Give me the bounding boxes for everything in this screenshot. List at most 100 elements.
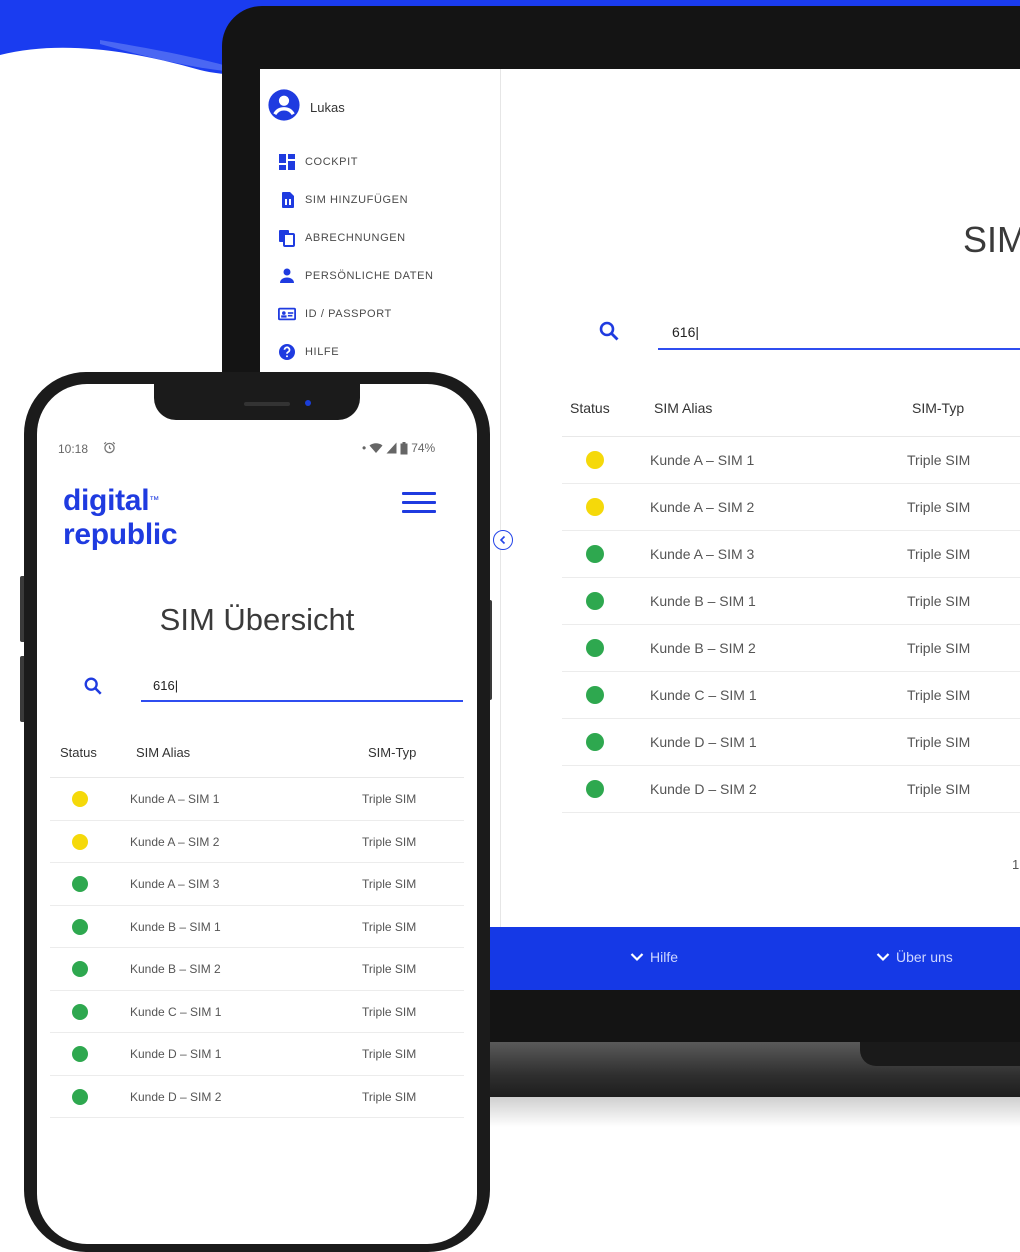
table-body: Kunde A – SIM 1 Triple SIM Kunde A – SIM 2… [50, 778, 464, 1118]
table-row[interactable]: Kunde A – SIM 1 Triple SIM [562, 437, 1020, 484]
sim-alias: Kunde D – SIM 1 [130, 1047, 222, 1061]
status-indicator [586, 733, 604, 751]
sim-alias: Kunde D – SIM 1 [650, 734, 757, 750]
sim-type: Triple SIM [362, 962, 417, 976]
sidebar-item-label: HILFE [305, 346, 340, 358]
column-header-typ[interactable]: SIM-Typ [368, 745, 416, 760]
table-header: Status SIM Alias SIM-Typ [50, 727, 464, 778]
phone-frame: 10:18 • 74% digital™ republic SIM Übersi… [24, 372, 490, 1252]
status-time: 10:18 [58, 442, 89, 456]
table-row[interactable]: Kunde C – SIM 1 Triple SIM [50, 991, 464, 1033]
table-row[interactable]: Kunde D – SIM 1 Triple SIM [50, 1033, 464, 1076]
sim-type: Triple SIM [907, 734, 971, 750]
sim-type: Triple SIM [907, 640, 971, 656]
chevron-down-icon [630, 953, 644, 962]
status-indicator [586, 639, 604, 657]
footer-help-label: Hilfe [650, 949, 679, 965]
user-name: Lukas [310, 100, 345, 115]
column-header-alias[interactable]: SIM Alias [136, 745, 190, 760]
table-row[interactable]: Kunde D – SIM 1 Triple SIM [562, 719, 1020, 766]
table-row[interactable]: Kunde B – SIM 2 Triple SIM [50, 948, 464, 991]
column-header-status[interactable]: Status [60, 745, 97, 760]
footer-help-link[interactable]: Hilfe [630, 949, 678, 965]
search-input[interactable] [658, 316, 1020, 350]
sim-type: Triple SIM [907, 687, 971, 703]
search-icon [598, 320, 620, 347]
hamburger-menu-icon[interactable] [402, 492, 436, 516]
table-row[interactable]: Kunde A – SIM 2 Triple SIM [50, 821, 464, 863]
wifi-icon [369, 443, 383, 453]
page-title: SIM Übersicht [159, 602, 355, 637]
search-icon [83, 676, 103, 701]
sim-alias: Kunde D – SIM 2 [650, 781, 757, 797]
status-indicator [586, 592, 604, 610]
status-indicator [586, 451, 604, 469]
sidebar-item-id-passport[interactable]: ID / PASSPORT [278, 295, 434, 333]
sidebar-item-persoenliche-daten[interactable]: PERSÖNLICHE DATEN [278, 257, 434, 295]
table-row[interactable]: Kunde A – SIM 2 Triple SIM [562, 484, 1020, 531]
sidebar-item-hilfe[interactable]: HILFE [278, 333, 434, 371]
sim-alias: Kunde C – SIM 1 [650, 687, 757, 703]
table-row[interactable]: Kunde B – SIM 2 Triple SIM [562, 625, 1020, 672]
sim-alias: Kunde B – SIM 2 [130, 962, 221, 976]
table-row[interactable]: Kunde B – SIM 1 Triple SIM [50, 906, 464, 948]
logo-text: republic [63, 518, 178, 551]
sidebar-item-abrechnungen[interactable]: ABRECHNUNGEN [278, 219, 434, 257]
status-indicator [72, 918, 88, 935]
column-header-alias[interactable]: SIM Alias [654, 400, 712, 416]
sim-table: Status SIM Alias SIM-Typ Kunde A – SIM 1… [50, 727, 464, 1118]
sim-type: Triple SIM [362, 877, 417, 891]
sim-type: Triple SIM [907, 781, 971, 797]
table-row[interactable]: Kunde A – SIM 3 Triple SIM [50, 863, 464, 906]
sim-alias: Kunde A – SIM 3 [650, 546, 755, 562]
sim-alias: Kunde B – SIM 1 [650, 593, 756, 609]
sim-type: Triple SIM [362, 834, 417, 849]
sim-alias: Kunde A – SIM 2 [650, 499, 755, 515]
laptop-hinge-notch [860, 1042, 1020, 1066]
sim-type: Triple SIM [907, 546, 971, 562]
sim-type: Triple SIM [907, 593, 971, 609]
brand-logo[interactable]: digital™ republic [63, 484, 178, 552]
sim-alias: Kunde B – SIM 1 [130, 919, 221, 934]
table-row[interactable]: Kunde A – SIM 3 Triple SIM [562, 531, 1020, 578]
status-indicator [586, 498, 604, 516]
phone-camera [305, 400, 311, 406]
table-row[interactable]: Kunde B – SIM 1 Triple SIM [562, 578, 1020, 625]
sim-alias: Kunde A – SIM 1 [130, 792, 220, 806]
status-indicator [72, 961, 88, 977]
table-header: Status SIM Alias SIM-Typ [562, 381, 1020, 437]
sim-alias: Kunde D – SIM 2 [130, 1089, 222, 1104]
copy-icon [278, 229, 296, 247]
sidebar-item-label: COCKPIT [305, 156, 359, 168]
table-row[interactable]: Kunde A – SIM 1 Triple SIM [50, 778, 464, 821]
collapse-sidebar-button[interactable] [493, 530, 513, 550]
user-profile[interactable]: Lukas [267, 88, 345, 127]
page-title: SIM Übersicht [963, 219, 1020, 260]
sidebar-item-label: ABRECHNUNGEN [305, 232, 406, 244]
sim-type: Triple SIM [362, 919, 417, 934]
battery-level: 74% [411, 441, 436, 455]
person-icon [278, 267, 296, 285]
sim-card-icon [278, 191, 296, 209]
search-bar [598, 316, 1020, 350]
account-circle-icon [267, 88, 301, 127]
sim-type: Triple SIM [362, 792, 417, 806]
pagination[interactable]: 1 [1012, 857, 1019, 872]
search-input[interactable] [141, 670, 463, 702]
chevron-left-icon [499, 535, 506, 545]
sidebar-item-label: ID / PASSPORT [305, 308, 392, 320]
column-header-typ[interactable]: SIM-Typ [912, 400, 964, 416]
sidebar-item-sim-hinzufuegen[interactable]: SIM HINZUFÜGEN [278, 181, 434, 219]
status-indicator [72, 791, 88, 807]
column-header-status[interactable]: Status [570, 400, 610, 416]
trademark-sign: ™ [149, 495, 159, 506]
table-row[interactable]: Kunde D – SIM 2 Triple SIM [50, 1076, 464, 1118]
phone-notch [154, 384, 360, 420]
footer-about-link[interactable]: Über uns [876, 949, 953, 965]
table-row[interactable]: Kunde C – SIM 1 Triple SIM [562, 672, 1020, 719]
sim-type: Triple SIM [362, 1089, 417, 1104]
sim-alias: Kunde C – SIM 1 [130, 1004, 222, 1019]
sidebar-item-cockpit[interactable]: COCKPIT [278, 143, 434, 181]
table-row[interactable]: Kunde D – SIM 2 Triple SIM [562, 766, 1020, 813]
status-indicators: • 74% [362, 441, 435, 455]
